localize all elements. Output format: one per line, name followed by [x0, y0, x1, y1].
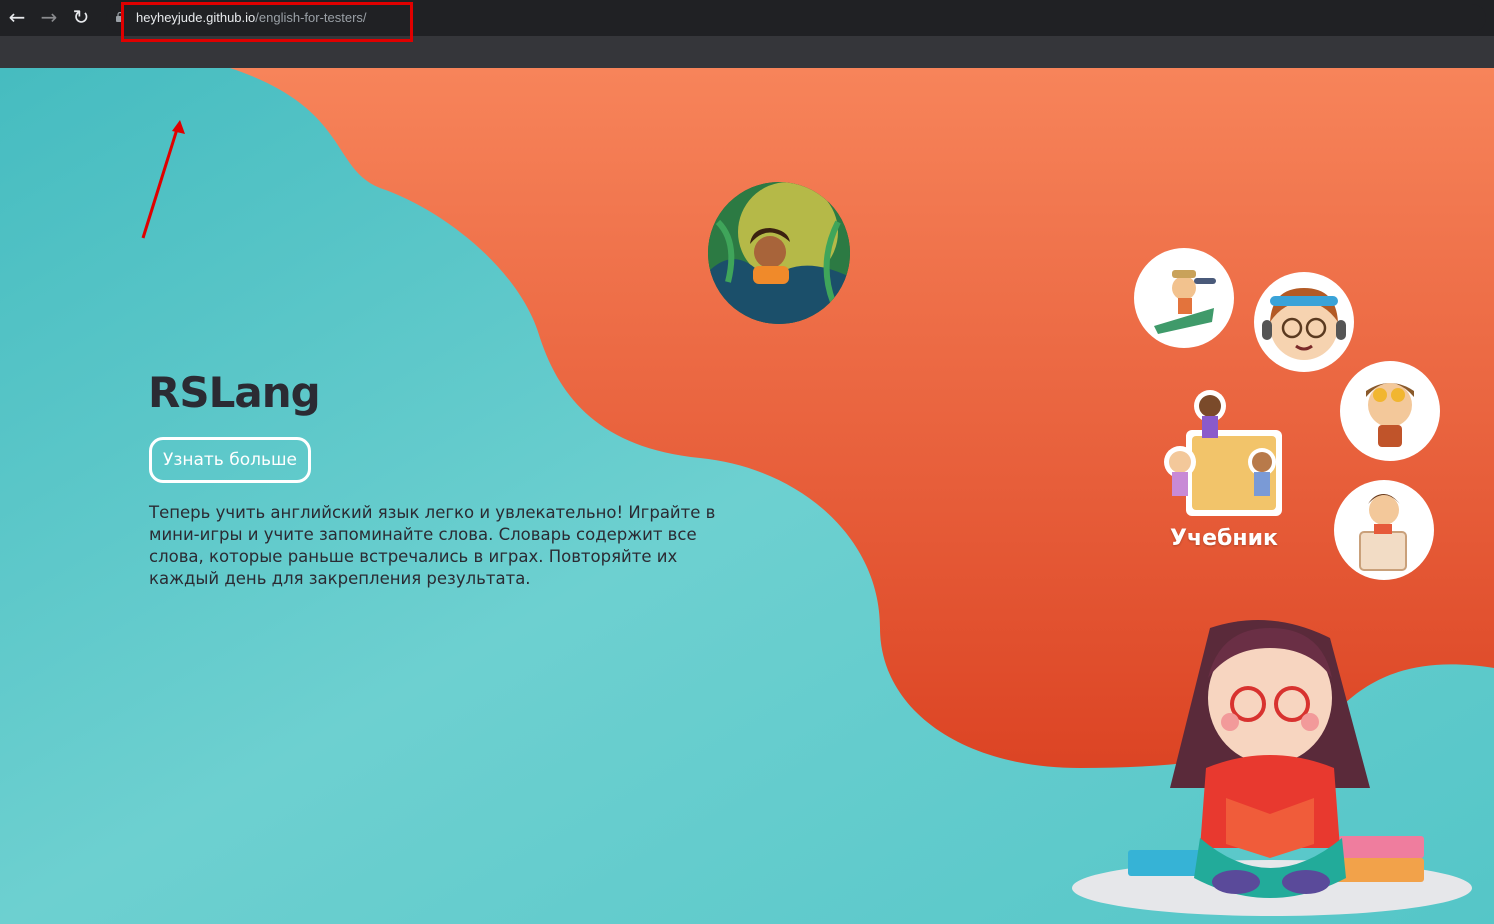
annotation-arrow — [130, 120, 200, 264]
jungle-girl-avatar — [708, 182, 850, 324]
page-content: RSLang Узнать больше Теперь учить англий… — [0, 68, 1494, 924]
browser-chrome: ← → ↻ heyheyjude.github.io/english-for-t… — [0, 0, 1494, 68]
game-audio-circle[interactable] — [1254, 272, 1354, 372]
reading-girl-illustration — [1072, 620, 1472, 916]
url-highlight-box — [121, 2, 413, 42]
textbook-label: Учебник — [1170, 526, 1278, 551]
learn-more-button[interactable]: Узнать больше — [149, 437, 311, 483]
back-arrow-icon[interactable]: ← — [6, 6, 28, 28]
game-pilot-circle[interactable] — [1340, 361, 1440, 461]
forward-arrow-icon[interactable]: → — [38, 6, 60, 28]
textbook-illustration — [1164, 390, 1282, 516]
hero-description: Теперь учить английский язык легко и увл… — [149, 503, 716, 588]
game-puzzle-circle[interactable] — [1334, 480, 1434, 580]
reload-icon[interactable]: ↻ — [70, 6, 92, 28]
game-explorer-circle[interactable] — [1134, 248, 1234, 348]
page-title: RSLang — [148, 368, 321, 417]
